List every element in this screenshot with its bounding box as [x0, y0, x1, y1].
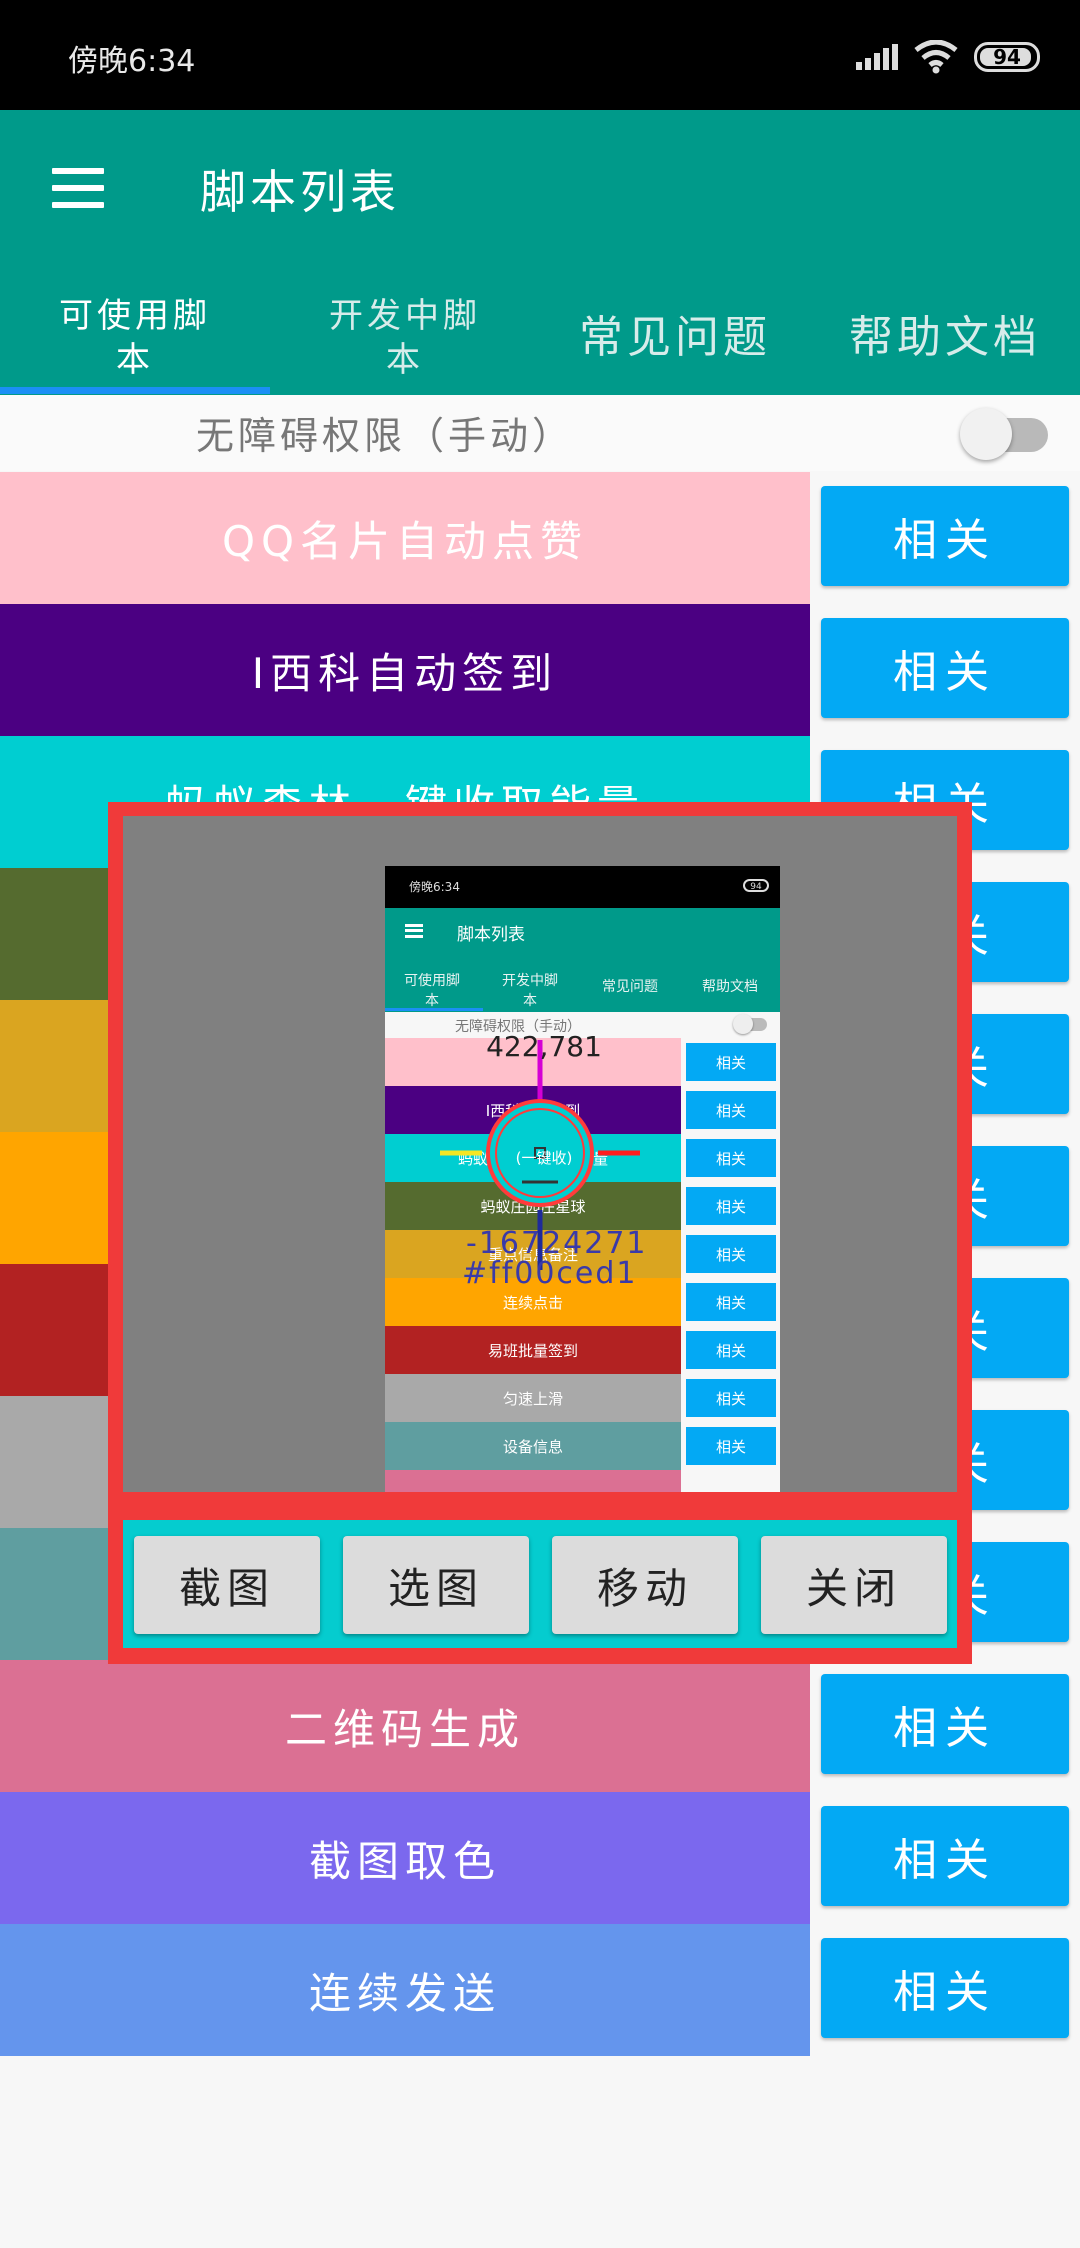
related-button[interactable]: 相关 [821, 618, 1069, 718]
tab-faq[interactable]: 常见问题 [540, 283, 810, 393]
script-row-label: I西科自动签到 [251, 648, 559, 698]
magnifier-label: (一键收) [515, 1149, 573, 1167]
preview-tab: 可使用脚 本 [404, 973, 460, 1009]
preview-time: 傍晚6:34 [409, 880, 460, 894]
related-button[interactable]: 相关 [821, 1674, 1069, 1774]
page-title: 脚本列表 [200, 165, 400, 219]
wifi-icon [914, 40, 958, 74]
preview-related-button: 相关 [686, 1427, 776, 1465]
preview-related-button: 相关 [686, 1043, 776, 1081]
preview-related-button: 相关 [686, 1283, 776, 1321]
tab-usable-scripts[interactable]: 可使用脚 本 [0, 283, 270, 393]
preview-row: 易班批量签到 [385, 1326, 681, 1374]
script-row[interactable]: 连续发送 [0, 1924, 810, 2056]
preview-battery: 94 [743, 879, 769, 892]
preview-row: 设备信息 [385, 1422, 681, 1470]
script-row-label: 连续发送 [308, 1968, 501, 2018]
script-row-label: 二维码生成 [284, 1704, 525, 1754]
tab-indicator [0, 387, 270, 394]
battery-level: 94 [993, 45, 1021, 69]
related-button[interactable]: 相关 [821, 486, 1069, 586]
move-button[interactable]: 移动 [552, 1536, 738, 1634]
tab-help-docs[interactable]: 帮助文档 [810, 283, 1080, 393]
accessibility-label: 无障碍权限（手动） [196, 414, 575, 458]
script-row-label: 截图取色 [308, 1836, 501, 1886]
accessibility-toggle-knob[interactable] [960, 408, 1012, 460]
menu-icon[interactable] [52, 168, 104, 208]
preview-related-button: 相关 [686, 1139, 776, 1177]
preview-related-button: 相关 [686, 1187, 776, 1225]
preview-title: 脚本列表 [457, 925, 525, 945]
script-row[interactable]: QQ名片自动点赞 [0, 472, 810, 604]
status-time: 傍晚6:34 [68, 44, 196, 79]
related-button[interactable]: 相关 [821, 1806, 1069, 1906]
script-row-label: QQ名片自动点赞 [221, 516, 589, 566]
preview-related-button: 相关 [686, 1091, 776, 1129]
preview-related-button: 相关 [686, 1379, 776, 1417]
related-button[interactable]: 相关 [821, 1938, 1069, 2038]
preview-related-button: 相关 [686, 1235, 776, 1273]
tab-developing-scripts[interactable]: 开发中脚 本 [270, 283, 540, 393]
preview-tab: 开发中脚 本 [502, 973, 558, 1009]
signal-icon [856, 44, 898, 70]
script-row[interactable]: 二维码生成 [0, 1660, 810, 1792]
preview-tab: 常见问题 [602, 979, 658, 995]
preview-row: 匀速上滑 [385, 1374, 681, 1422]
select-image-button[interactable]: 选图 [343, 1536, 529, 1634]
preview-tab: 帮助文档 [702, 979, 758, 995]
battery-icon: 94 [974, 42, 1040, 72]
color-hex-readout: #ff00ced1 [462, 1256, 638, 1291]
script-row[interactable]: 截图取色 [0, 1792, 810, 1924]
script-row[interactable]: I西科自动签到 [0, 604, 810, 736]
coords-readout: 422,781 [486, 1030, 602, 1063]
preview-row [385, 1470, 681, 1492]
screenshot-button[interactable]: 截图 [134, 1536, 320, 1634]
preview-related-button: 相关 [686, 1331, 776, 1369]
close-button[interactable]: 关闭 [761, 1536, 947, 1634]
